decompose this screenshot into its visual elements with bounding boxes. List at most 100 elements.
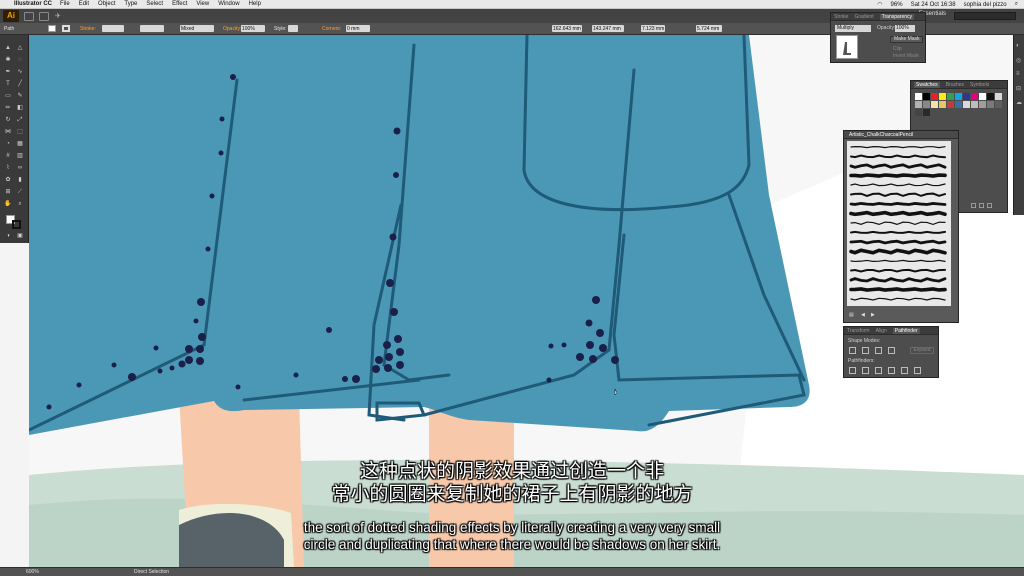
swatch-7[interactable] <box>971 93 978 100</box>
opacity-field[interactable]: 100% <box>241 25 265 32</box>
corners-field[interactable]: 0 mm <box>346 25 370 32</box>
slice-tool-icon[interactable]: ⟋ <box>16 189 24 196</box>
brush-definition[interactable]: Mixed <box>180 25 214 32</box>
menu-type[interactable]: Type <box>124 1 137 7</box>
make-mask-button[interactable]: Make Mask <box>890 36 923 43</box>
swatch-13[interactable] <box>931 101 938 108</box>
zoom-level[interactable]: 600% <box>26 569 39 576</box>
libraries-icon[interactable]: ☁ <box>1016 99 1022 106</box>
color-guide-icon[interactable]: ◎ <box>1016 57 1021 64</box>
swatch-14[interactable] <box>939 101 946 108</box>
width-field[interactable]: 7.123 mm <box>641 25 665 32</box>
swatch-16[interactable] <box>955 101 962 108</box>
tab-align[interactable]: Align <box>876 328 887 334</box>
expand-button[interactable]: Expand <box>910 347 934 354</box>
brush-stroke-10[interactable] <box>849 239 947 245</box>
bridge-icon[interactable] <box>24 11 34 21</box>
tab-stroke[interactable]: Stroke <box>834 14 848 20</box>
eyedropper-tool-icon[interactable]: ⌇ <box>4 165 12 172</box>
battery-status[interactable]: 96% <box>891 2 903 8</box>
menu-file[interactable]: File <box>60 1 70 7</box>
artboard-tool-icon[interactable]: ⊞ <box>4 189 12 196</box>
paintbrush-tool-icon[interactable]: ✎ <box>16 93 24 100</box>
menu-window[interactable]: Window <box>218 1 239 7</box>
swatch-18[interactable] <box>971 101 978 108</box>
graphic-style-picker[interactable] <box>288 25 298 32</box>
swatch-4[interactable] <box>947 93 954 100</box>
y-field[interactable]: 143.247 mm <box>592 25 624 32</box>
previous-library-icon[interactable]: ◀ <box>861 312 865 318</box>
swatch-11[interactable] <box>915 101 922 108</box>
swatch-6[interactable] <box>963 93 970 100</box>
opacity-label[interactable]: Opacity: <box>223 25 241 33</box>
opacity-input[interactable]: 100% <box>895 25 915 32</box>
new-color-group-icon[interactable] <box>971 203 976 208</box>
symbol-sprayer-tool-icon[interactable]: ✿ <box>4 177 12 184</box>
menu-view[interactable]: View <box>196 1 209 7</box>
tab-brushes[interactable]: Brushes <box>946 82 964 88</box>
brush-stroke-15[interactable] <box>849 287 947 292</box>
swatch-2[interactable] <box>931 93 938 100</box>
corners-label[interactable]: Corners: <box>322 25 341 33</box>
brush-stroke-9[interactable] <box>850 230 946 234</box>
next-library-icon[interactable]: ▶ <box>871 312 875 318</box>
unite-icon[interactable] <box>849 347 856 354</box>
minus-back-icon[interactable] <box>914 367 921 374</box>
adobe-stock-search[interactable] <box>954 12 1016 20</box>
intersect-icon[interactable] <box>875 347 882 354</box>
swatch-23[interactable] <box>923 109 930 116</box>
brush-stroke-16[interactable] <box>850 297 946 301</box>
brush-stroke-6[interactable] <box>849 202 947 206</box>
gpu-performance-icon[interactable]: ✈ <box>55 12 61 20</box>
fill-swatch[interactable] <box>48 25 56 32</box>
drawing-mode-icon[interactable]: ◑ <box>4 233 12 240</box>
free-transform-tool-icon[interactable]: ⬚ <box>16 129 24 136</box>
swatch-1[interactable] <box>923 93 930 100</box>
selection-tool-icon[interactable]: ▲ <box>4 45 12 52</box>
menu-object[interactable]: Object <box>98 1 115 7</box>
direct-selection-tool-icon[interactable]: △ <box>16 45 24 52</box>
stroke-label[interactable]: Stroke: <box>80 25 96 33</box>
artboards-icon[interactable]: ⊟ <box>1016 85 1021 92</box>
brush-stroke-12[interactable] <box>850 259 946 263</box>
pen-tool-icon[interactable]: ✒ <box>4 69 12 76</box>
swatch-8[interactable] <box>979 93 986 100</box>
layers-icon[interactable]: ≡ <box>1016 71 1020 77</box>
brush-stroke-7[interactable] <box>849 210 947 217</box>
line-tool-icon[interactable]: ╱ <box>16 81 24 88</box>
variable-width-profile[interactable] <box>140 25 164 32</box>
swatch-5[interactable] <box>955 93 962 100</box>
swatch-17[interactable] <box>963 101 970 108</box>
tab-pathfinder[interactable]: Pathfinder <box>892 327 920 334</box>
perspective-grid-tool-icon[interactable]: ▦ <box>16 141 24 148</box>
menu-app-name[interactable]: Illustrator CC <box>14 1 52 7</box>
outline-icon[interactable] <box>901 367 908 374</box>
graph-tool-icon[interactable]: ▮ <box>16 177 24 184</box>
curvature-tool-icon[interactable]: ∿ <box>16 69 24 76</box>
gradient-tool-icon[interactable]: ▥ <box>16 153 24 160</box>
menu-edit[interactable]: Edit <box>79 1 89 7</box>
tab-gradient[interactable]: Gradient <box>854 14 873 20</box>
stroke-color-box[interactable] <box>12 220 21 229</box>
screen-mode-icon[interactable]: ▣ <box>16 233 24 240</box>
new-swatch-icon[interactable] <box>979 203 984 208</box>
exclude-icon[interactable] <box>888 347 895 354</box>
swatch-21[interactable] <box>995 101 1002 108</box>
swatch-12[interactable] <box>923 101 930 108</box>
tab-transparency[interactable]: Transparency <box>879 13 915 20</box>
invert-mask-checkbox[interactable]: Invert Mask <box>893 53 919 59</box>
color-panel-icon[interactable]: ◐ <box>1016 43 1020 49</box>
tab-symbols[interactable]: Symbols <box>970 82 989 88</box>
menu-help[interactable]: Help <box>249 1 261 7</box>
eraser-tool-icon[interactable]: ◧ <box>16 105 24 112</box>
wifi-icon[interactable]: ◠ <box>877 1 882 8</box>
brush-stroke-3[interactable] <box>849 173 947 178</box>
delete-swatch-icon[interactable] <box>987 203 992 208</box>
rotate-tool-icon[interactable]: ↻ <box>4 117 12 124</box>
arrange-documents-icon[interactable] <box>39 11 49 21</box>
brush-stroke-8[interactable] <box>850 221 946 226</box>
swatch-0[interactable] <box>915 93 922 100</box>
x-field[interactable]: 162.643 mm <box>552 25 582 32</box>
merge-icon[interactable] <box>875 367 882 374</box>
search-icon[interactable]: ⌕ <box>1015 1 1018 8</box>
